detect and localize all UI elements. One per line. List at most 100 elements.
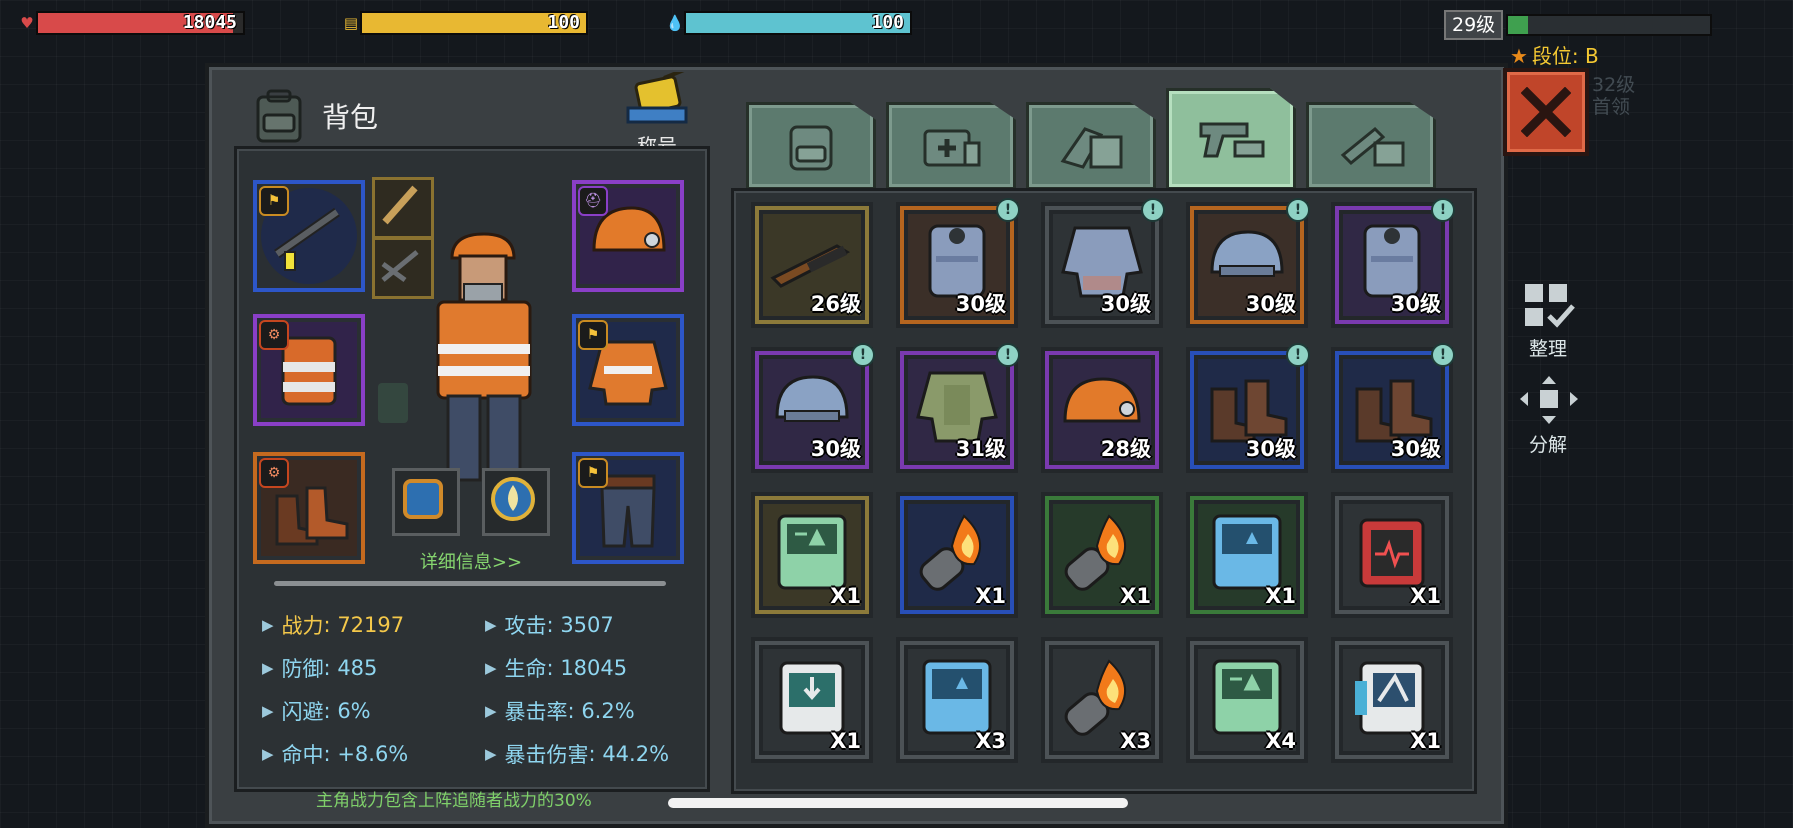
stat-label: 战力: [281, 614, 324, 638]
inventory-item-scanner-device[interactable]: X1: [1331, 637, 1453, 763]
helmet-slot-icon: ⛑: [578, 186, 608, 216]
stat-separator: :: [323, 656, 338, 680]
medkit-icon: [923, 129, 981, 167]
white-device-icon: [779, 661, 845, 735]
item-level-badge: 30级: [1245, 292, 1296, 316]
stat-label: 闪避: [281, 700, 324, 724]
inventory-item-blue-terminal[interactable]: X1: [1186, 492, 1308, 618]
inventory-item-rifle[interactable]: 26级: [751, 202, 873, 328]
decompose-icon: [1520, 376, 1578, 424]
stat-separator: :: [546, 656, 561, 680]
hero-character: [436, 232, 532, 482]
stat-label: 暴击伤害: [504, 743, 589, 767]
stat-row: ▶ 攻击: 3507: [485, 610, 614, 640]
inventory-item-heart-monitor[interactable]: X1: [1331, 492, 1453, 618]
tab-materials[interactable]: [1026, 102, 1156, 190]
decompose-label: 分解: [1528, 434, 1567, 456]
slot-accessory-2[interactable]: [482, 468, 550, 536]
inventory-item-armor-jacket[interactable]: 30级!: [1041, 198, 1165, 328]
slot-helmet[interactable]: ⛑: [572, 180, 684, 292]
item-level-badge: X1: [1410, 729, 1441, 753]
inventory-item-white-device[interactable]: X1: [751, 637, 873, 763]
stat-row: ▶ 暴击伤害: 44.2%: [485, 739, 669, 769]
stat-value: 18045: [560, 656, 628, 680]
inventory-item-blue-terminal[interactable]: X3: [896, 637, 1018, 763]
item-level-badge: 30级: [1100, 292, 1151, 316]
inventory-item-green-terminal[interactable]: X4: [1186, 637, 1308, 763]
item-level-badge: 30级: [810, 437, 861, 461]
tab-tools[interactable]: [1306, 102, 1436, 190]
power-footnote: 主角战力包含上阵追随者战力的30%: [316, 791, 592, 811]
stat-label: 命中: [281, 743, 324, 767]
item-level-badge: 30级: [1245, 437, 1296, 461]
slot-vest[interactable]: ⚙: [253, 314, 365, 426]
inventory-item-fire-grenade[interactable]: X1: [1041, 492, 1163, 618]
stat-value: +8.6%: [337, 742, 409, 766]
item-level-badge: X1: [830, 584, 861, 608]
tab-backpack[interactable]: [746, 102, 876, 190]
inventory-item-fire-grenade[interactable]: X3: [1041, 637, 1163, 763]
new-indicator-icon: !: [1141, 198, 1165, 222]
inventory-item-fire-grenade[interactable]: X1: [896, 492, 1018, 618]
item-level-badge: X1: [1410, 584, 1441, 608]
slot-jacket[interactable]: ⚑: [572, 314, 684, 426]
inventory-item-vest[interactable]: 30级!: [896, 198, 1020, 328]
food-icon: ▤: [343, 14, 359, 32]
arrow-right-icon: ▶: [262, 702, 274, 720]
inventory-item-helmet[interactable]: 30级!: [1186, 198, 1310, 328]
water-value: 100: [871, 12, 904, 33]
slot-accessory-1[interactable]: [392, 468, 460, 536]
organize-button[interactable]: 整理: [1518, 280, 1578, 361]
stat-value: 6.2%: [581, 699, 635, 723]
new-indicator-icon: !: [1431, 343, 1455, 367]
arrow-right-icon: ▶: [485, 702, 497, 720]
slot-melee[interactable]: [372, 177, 434, 239]
item-level-badge: 28级: [1100, 437, 1151, 461]
stat-value: 3507: [560, 613, 614, 637]
backpack-icon: [789, 125, 833, 171]
stat-row: ▶ 暴击率: 6.2%: [485, 696, 635, 726]
item-level-badge: X4: [1265, 729, 1296, 753]
blue-terminal-icon: [922, 659, 992, 735]
details-link[interactable]: 详细信息>>: [380, 548, 562, 574]
inventory-item-green-terminal[interactable]: X1: [751, 492, 873, 618]
stat-separator: :: [567, 699, 582, 723]
item-level-badge: X1: [1120, 584, 1151, 608]
flame-chip-icon: [491, 477, 535, 521]
tab-medical[interactable]: [886, 102, 1016, 190]
stat-value: 485: [337, 656, 378, 680]
home-indicator[interactable]: [668, 798, 1128, 808]
slot-pants[interactable]: ⚑: [572, 452, 684, 564]
accessory-chip-icon: [403, 479, 443, 519]
health-value: 18045: [182, 12, 237, 33]
divider: [274, 581, 666, 586]
tab-weapons[interactable]: [1166, 88, 1296, 190]
stat-row: ▶ 生命: 18045: [485, 653, 627, 683]
item-level-badge: X1: [975, 584, 1006, 608]
decompose-button[interactable]: 分解: [1518, 374, 1578, 457]
new-indicator-icon: !: [996, 343, 1020, 367]
slot-boots[interactable]: ⚙: [253, 452, 365, 564]
slot-weapon[interactable]: ⚑: [253, 180, 365, 292]
inventory-item-hard-hat[interactable]: 28级: [1041, 347, 1163, 473]
item-level-badge: X3: [975, 729, 1006, 753]
new-indicator-icon: !: [1286, 343, 1310, 367]
stat-separator: :: [546, 613, 561, 637]
green-terminal-icon: [1212, 659, 1282, 735]
inventory-item-vest[interactable]: 30级!: [1331, 198, 1455, 328]
inventory-item-green-armor[interactable]: 31级!: [896, 343, 1020, 473]
item-level-badge: 31级: [955, 437, 1006, 461]
stat-separator: :: [323, 613, 338, 637]
inventory-item-boots[interactable]: 30级!: [1186, 343, 1310, 473]
inventory-item-boots[interactable]: 30级!: [1331, 343, 1455, 473]
vest-slot-icon: ⚙: [259, 320, 289, 350]
energy-bar: ▤ 100: [342, 11, 588, 35]
close-button[interactable]: [1503, 68, 1589, 156]
water-drop-icon: 💧: [665, 14, 685, 32]
arrow-right-icon: ▶: [485, 745, 497, 763]
weapon-slot-icon: ⚑: [259, 186, 289, 216]
rank-display: ★ 段位: B: [1510, 40, 1599, 69]
inventory-item-helmet[interactable]: 30级!: [751, 343, 875, 473]
vest-silhouette-icon: [378, 383, 408, 423]
heart-monitor-icon: [1359, 518, 1425, 588]
